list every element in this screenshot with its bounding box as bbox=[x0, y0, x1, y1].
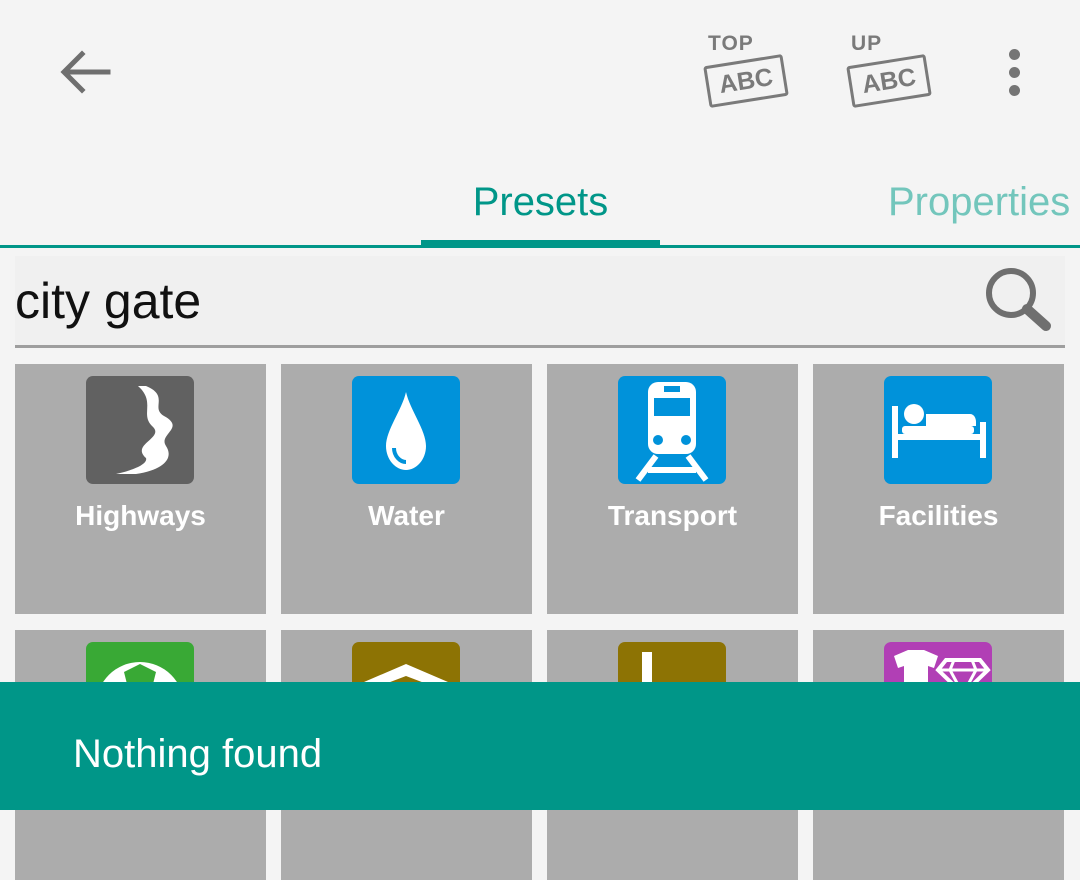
search-underline bbox=[15, 345, 1065, 348]
tab-bar: Presets Properties bbox=[0, 150, 1080, 246]
toolbar: TOP ABC UP ABC bbox=[0, 0, 1080, 150]
back-button[interactable] bbox=[52, 40, 116, 104]
top-label: TOP bbox=[708, 32, 754, 55]
search-icon bbox=[986, 268, 1051, 331]
more-options-button[interactable] bbox=[990, 40, 1038, 104]
preset-highways[interactable]: Highways bbox=[15, 364, 266, 614]
preset-label: Highways bbox=[75, 500, 206, 531]
tab-properties[interactable]: Properties bbox=[888, 180, 1070, 225]
search-bar bbox=[15, 256, 1065, 346]
train-icon bbox=[618, 376, 726, 484]
up-abc-box: ABC bbox=[846, 54, 932, 108]
up-label: UP bbox=[851, 32, 883, 55]
snackbar-message: Nothing found bbox=[73, 732, 323, 776]
preset-transport[interactable]: Transport bbox=[547, 364, 798, 614]
water-drop-icon bbox=[352, 376, 460, 484]
preset-label: Water bbox=[368, 500, 445, 531]
search-input[interactable] bbox=[15, 264, 955, 338]
preset-label: Transport bbox=[607, 500, 738, 531]
highway-icon bbox=[86, 376, 194, 484]
more-vert-icon bbox=[1008, 48, 1020, 60]
top-abc-button[interactable]: TOP ABC bbox=[700, 30, 790, 110]
preset-label: Facilities bbox=[878, 500, 999, 531]
search-button[interactable] bbox=[980, 262, 1056, 338]
top-abc-box: ABC bbox=[703, 54, 789, 108]
snackbar: Nothing found bbox=[0, 682, 1080, 810]
bed-icon bbox=[884, 376, 992, 484]
preset-water[interactable]: Water bbox=[281, 364, 532, 614]
arrow-left-icon bbox=[60, 50, 111, 94]
up-abc-button[interactable]: UP ABC bbox=[843, 30, 933, 110]
tab-selected-indicator bbox=[421, 240, 660, 248]
tab-presets[interactable]: Presets bbox=[421, 180, 660, 225]
preset-facilities[interactable]: Facilities bbox=[813, 364, 1064, 614]
